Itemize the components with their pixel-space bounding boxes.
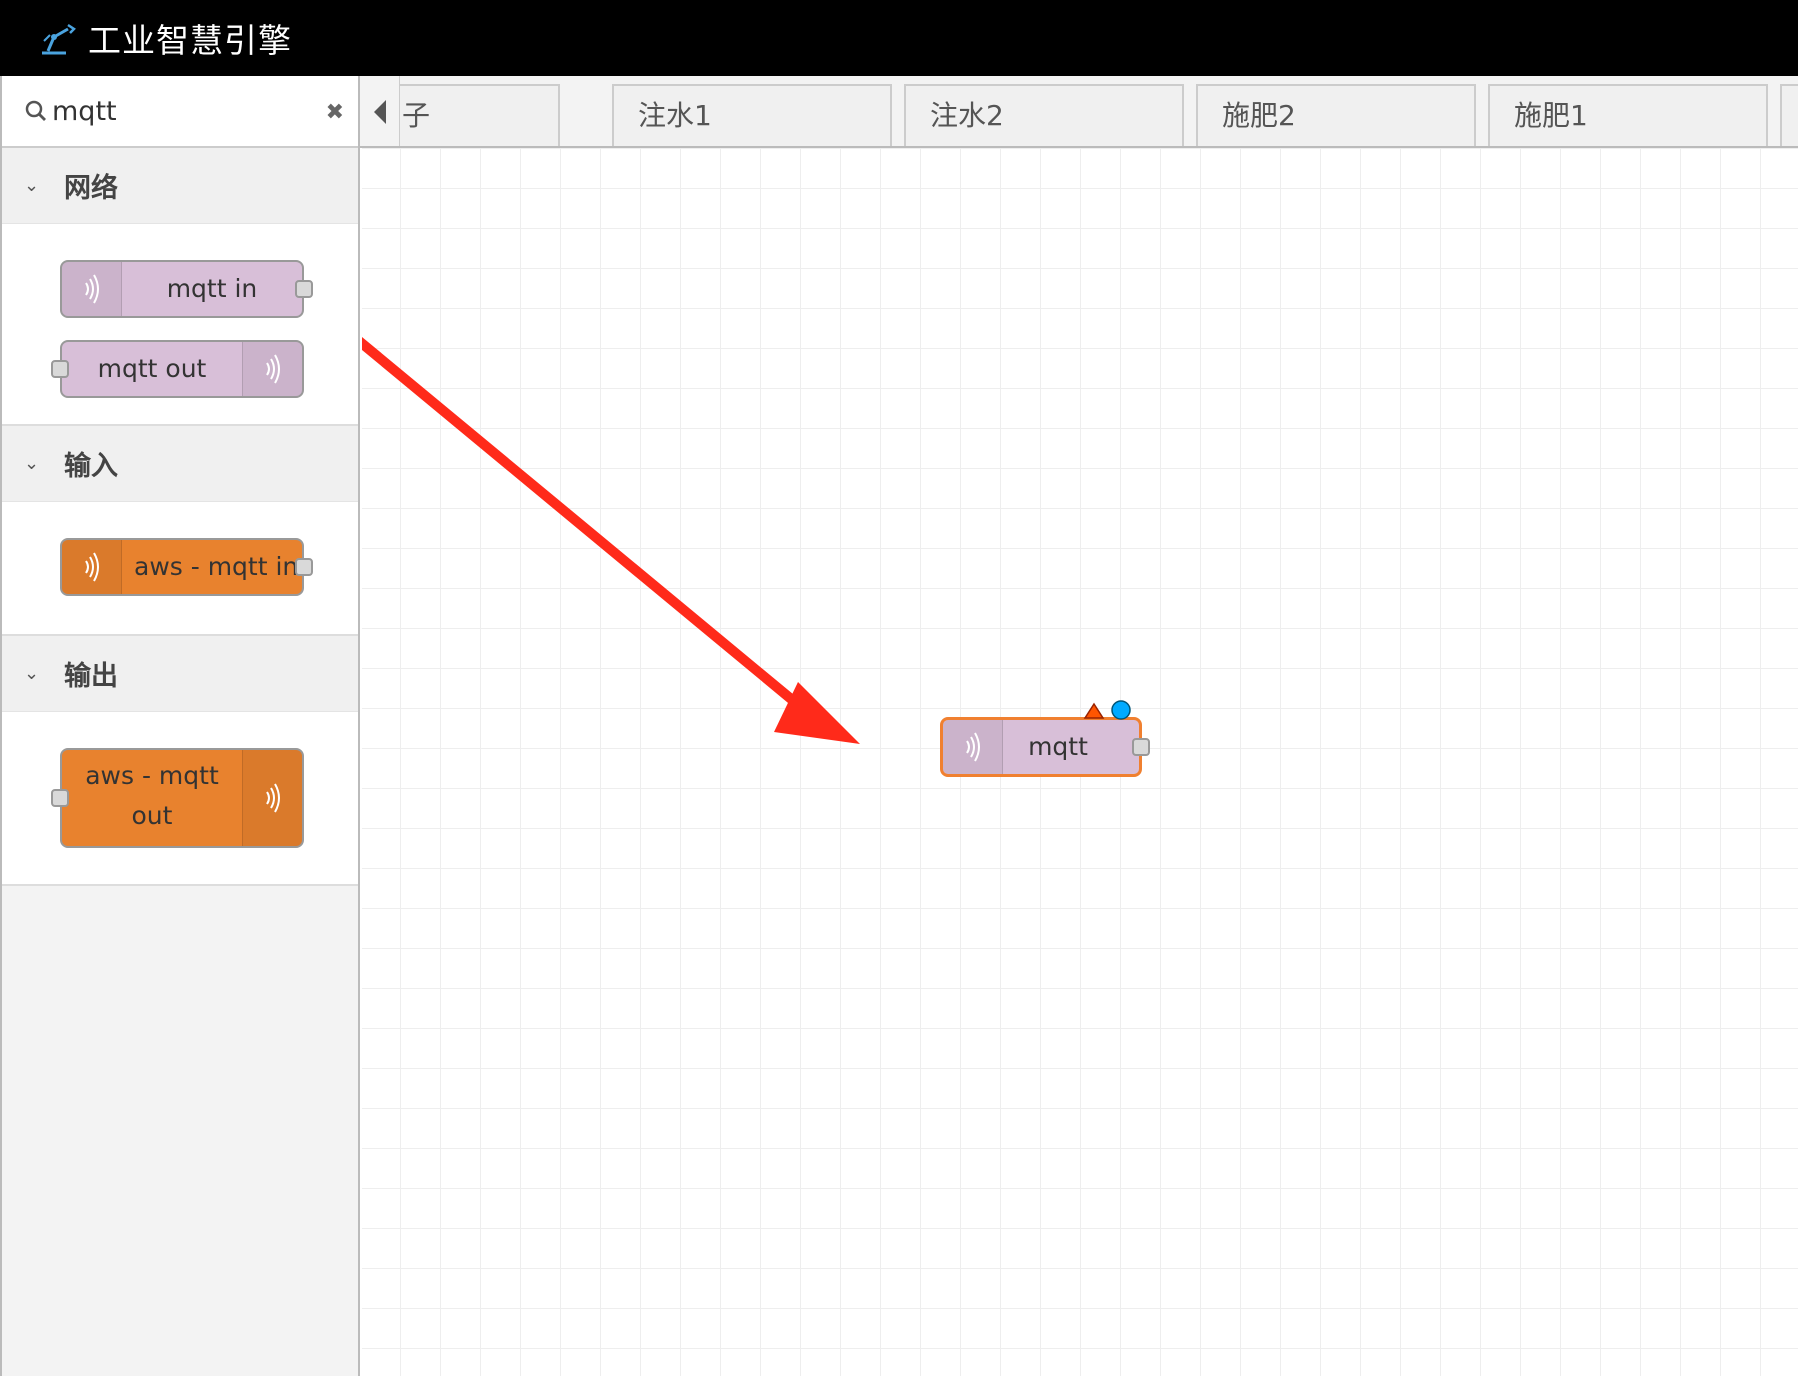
palette-search: ✖	[2, 76, 358, 148]
category-label: 网络	[64, 173, 118, 204]
category-label: 输出	[64, 661, 118, 692]
palette-node-mqtt-in[interactable]: mqtt in	[60, 260, 313, 318]
category-body-network: mqtt in mqtt out	[2, 224, 358, 426]
node-label: mqtt out	[97, 354, 207, 383]
palette-node-mqtt-out[interactable]: mqtt out	[51, 340, 304, 398]
output-port[interactable]	[295, 558, 313, 576]
node-label-line1: aws - mqtt	[85, 761, 219, 790]
caret-left-icon	[373, 100, 386, 124]
wifi-icon	[84, 274, 99, 304]
input-port[interactable]	[51, 789, 69, 807]
wifi-icon	[84, 552, 99, 582]
node-label: aws - mqtt in	[134, 552, 299, 581]
output-port[interactable]	[295, 280, 313, 298]
node-label-line2: out	[131, 801, 173, 830]
tab-2[interactable]: 注水2	[904, 84, 1184, 146]
workspace-tabs: 子 注水1 注水2 施肥2 施肥1	[360, 76, 1798, 148]
input-port[interactable]	[51, 360, 69, 378]
app-header: 工业智慧引擎	[0, 0, 1798, 76]
category-header-input[interactable]: ⌄ 输入	[2, 426, 358, 502]
search-icon	[25, 100, 46, 121]
workspace-node-mqtt[interactable]: mqtt	[940, 700, 1150, 777]
node-label: mqtt in	[166, 274, 258, 303]
tab-1[interactable]: 注水1	[612, 84, 892, 146]
chevron-down-icon: ⌄	[24, 453, 40, 474]
warning-triangle-icon	[1083, 702, 1105, 719]
tab-scroll-left[interactable]	[360, 76, 400, 146]
tab-3[interactable]: 施肥2	[1196, 84, 1476, 146]
chevron-down-icon: ⌄	[24, 663, 40, 684]
category-body-input: aws - mqtt in	[2, 502, 358, 636]
category-label: 输入	[64, 451, 118, 482]
search-input[interactable]	[52, 95, 302, 127]
tab-4[interactable]: 施肥1	[1488, 84, 1768, 146]
app-title: 工业智慧引擎	[88, 21, 292, 60]
wifi-icon	[265, 783, 280, 813]
close-icon[interactable]: ✖	[326, 100, 344, 125]
wifi-icon	[265, 354, 280, 384]
category-header-output[interactable]: ⌄ 输出	[2, 636, 358, 712]
category-header-network[interactable]: ⌄ 网络	[2, 148, 358, 224]
wifi-icon	[965, 732, 980, 762]
category-body-output: aws - mqtt out	[2, 712, 358, 886]
workspace-canvas[interactable]: mqtt	[362, 148, 1798, 1376]
palette-node-aws-mqtt-in[interactable]: aws - mqtt in	[60, 538, 313, 596]
palette-node-aws-mqtt-out[interactable]: aws - mqtt out	[51, 748, 304, 848]
tab-5-partial[interactable]	[1780, 84, 1798, 146]
node-palette: ✖ ⌄ 网络 mqtt in	[0, 76, 360, 1376]
chevron-down-icon: ⌄	[24, 175, 40, 196]
node-label: mqtt	[1028, 732, 1088, 761]
changed-dot-icon	[1111, 700, 1131, 720]
robot-arm-icon	[42, 23, 76, 55]
output-port[interactable]	[1132, 738, 1150, 756]
